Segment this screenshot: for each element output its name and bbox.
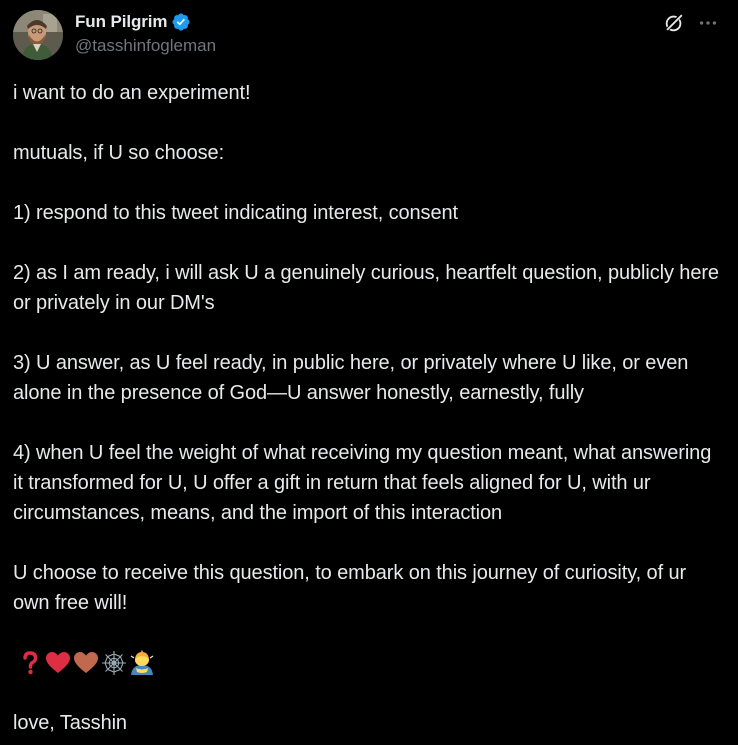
emoji-row bbox=[17, 648, 725, 678]
spider-web-emoji bbox=[101, 650, 127, 676]
man-bowing-emoji bbox=[129, 650, 155, 676]
verified-badge-icon[interactable] bbox=[171, 12, 191, 32]
tweet-paragraph-choice: U choose to receive this question, to em… bbox=[13, 562, 692, 614]
tweet-paragraph-intro: i want to do an experiment! bbox=[13, 82, 251, 104]
red-heart-emoji bbox=[45, 650, 71, 676]
tweet-paragraph-mutuals: mutuals, if U so choose: bbox=[13, 142, 225, 164]
display-name-row: Fun Pilgrim bbox=[75, 11, 216, 33]
question-mark-emoji bbox=[17, 650, 43, 676]
tweet-paragraph-step-3: 3) U answer, as U feel ready, in public … bbox=[13, 352, 694, 404]
avatar-image bbox=[13, 10, 63, 60]
tweet-header: Fun Pilgrim @tasshinfogleman bbox=[0, 0, 738, 66]
more-options-icon[interactable] bbox=[696, 11, 720, 35]
tweet-paragraph-step-1: 1) respond to this tweet indicating inte… bbox=[13, 202, 458, 224]
user-handle[interactable]: @tasshinfogleman bbox=[75, 36, 216, 56]
tweet-signoff: love, Tasshin bbox=[13, 712, 127, 734]
tweet-text: i want to do an experiment! mutuals, if … bbox=[13, 78, 725, 738]
avatar[interactable] bbox=[13, 10, 63, 60]
tweet-paragraph-step-2: 2) as I am ready, i will ask U a genuine… bbox=[13, 262, 725, 314]
grok-icon[interactable] bbox=[662, 11, 686, 35]
display-name[interactable]: Fun Pilgrim bbox=[75, 12, 168, 32]
brown-heart-emoji bbox=[73, 650, 99, 676]
header-actions bbox=[662, 11, 720, 35]
user-block: Fun Pilgrim @tasshinfogleman bbox=[75, 11, 216, 56]
tweet-paragraph-step-4: 4) when U feel the weight of what receiv… bbox=[13, 442, 717, 524]
